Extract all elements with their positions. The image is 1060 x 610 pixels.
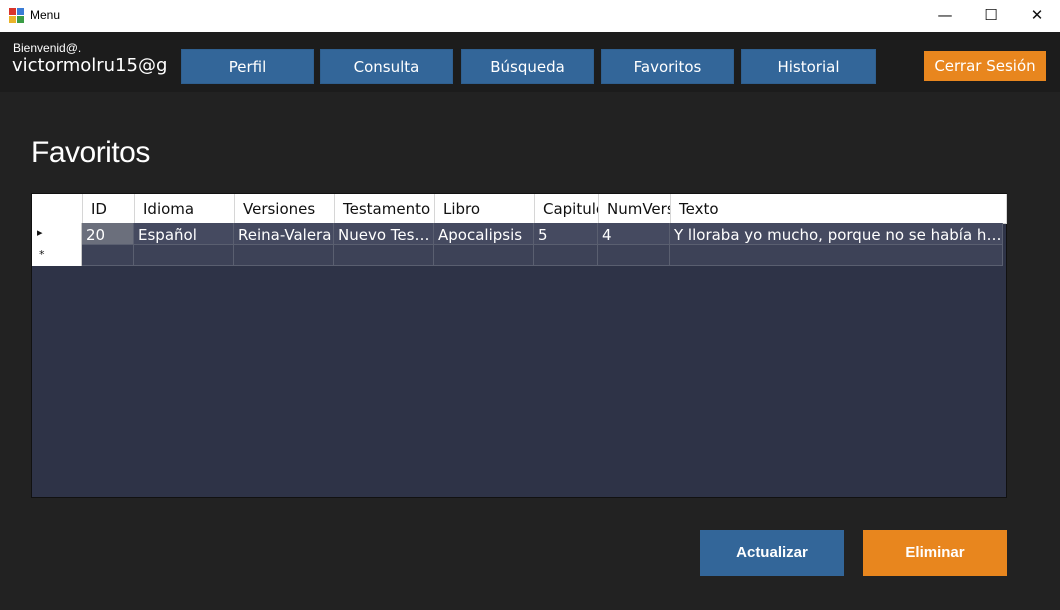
new-cell[interactable]	[234, 245, 334, 266]
cell-numversiculo[interactable]: 4	[598, 223, 670, 245]
column-header-libro[interactable]: Libro	[435, 194, 535, 223]
table-row[interactable]: 20 Español Reina-Valera Nuevo Testamento…	[82, 223, 1003, 245]
new-cell[interactable]	[134, 245, 234, 266]
row-header-current[interactable]: ▸	[32, 223, 82, 245]
nav-busqueda-button[interactable]: Búsqueda	[461, 49, 594, 84]
new-row[interactable]	[82, 245, 1003, 266]
new-cell[interactable]	[82, 245, 134, 266]
close-button[interactable]: ✕	[1014, 0, 1060, 32]
column-header-capitulo[interactable]: Capitulo	[535, 194, 599, 223]
window-title: Menu	[30, 8, 61, 22]
maximize-button[interactable]: ☐	[968, 0, 1014, 32]
new-cell[interactable]	[434, 245, 534, 266]
cell-versiones[interactable]: Reina-Valera	[234, 223, 334, 245]
column-header-idioma[interactable]: Idioma	[135, 194, 235, 223]
page-title: Favoritos	[31, 136, 150, 169]
grid-corner-cell[interactable]	[32, 194, 83, 223]
nav-historial-button[interactable]: Historial	[741, 49, 876, 84]
cell-libro[interactable]: Apocalipsis	[434, 223, 534, 245]
nav-favoritos-button[interactable]: Favoritos	[601, 49, 734, 84]
current-row-indicator-icon: ▸	[37, 226, 43, 239]
cell-id[interactable]: 20	[82, 223, 134, 245]
row-header-new[interactable]: *	[32, 245, 82, 266]
cell-texto[interactable]: Y lloraba yo mucho, porque no se había h…	[670, 223, 1003, 245]
logout-button[interactable]: Cerrar Sesión	[924, 51, 1046, 81]
delete-button[interactable]: Eliminar	[863, 530, 1007, 576]
cell-idioma[interactable]: Español	[134, 223, 234, 245]
new-cell[interactable]	[334, 245, 434, 266]
cell-testamento[interactable]: Nuevo Testamento	[334, 223, 434, 245]
cell-capitulo[interactable]: 5	[534, 223, 598, 245]
nav-consulta-button[interactable]: Consulta	[320, 49, 453, 84]
new-row-marker-icon: *	[39, 248, 45, 261]
new-cell[interactable]	[670, 245, 1003, 266]
column-header-versiones[interactable]: Versiones	[235, 194, 335, 223]
welcome-label: Bienvenid@.	[13, 41, 82, 55]
column-header-texto[interactable]: Texto	[671, 194, 1007, 223]
minimize-button[interactable]: —	[922, 0, 968, 32]
update-button[interactable]: Actualizar	[700, 530, 844, 576]
grid-header-row: ID Idioma Versiones Testamento Libro Cap…	[32, 194, 1007, 224]
nav-perfil-button[interactable]: Perfil	[181, 49, 314, 84]
new-cell[interactable]	[598, 245, 670, 266]
username-label: victormolru15@g	[12, 55, 167, 76]
new-cell[interactable]	[534, 245, 598, 266]
column-header-numversiculo[interactable]: NumVersiculo	[599, 194, 671, 223]
favorites-grid[interactable]: ID Idioma Versiones Testamento Libro Cap…	[31, 193, 1007, 498]
column-header-testamento[interactable]: Testamento	[335, 194, 435, 223]
window-titlebar: Menu — ☐ ✕	[0, 0, 1060, 32]
app-window-icon	[9, 8, 25, 24]
column-header-id[interactable]: ID	[83, 194, 135, 223]
